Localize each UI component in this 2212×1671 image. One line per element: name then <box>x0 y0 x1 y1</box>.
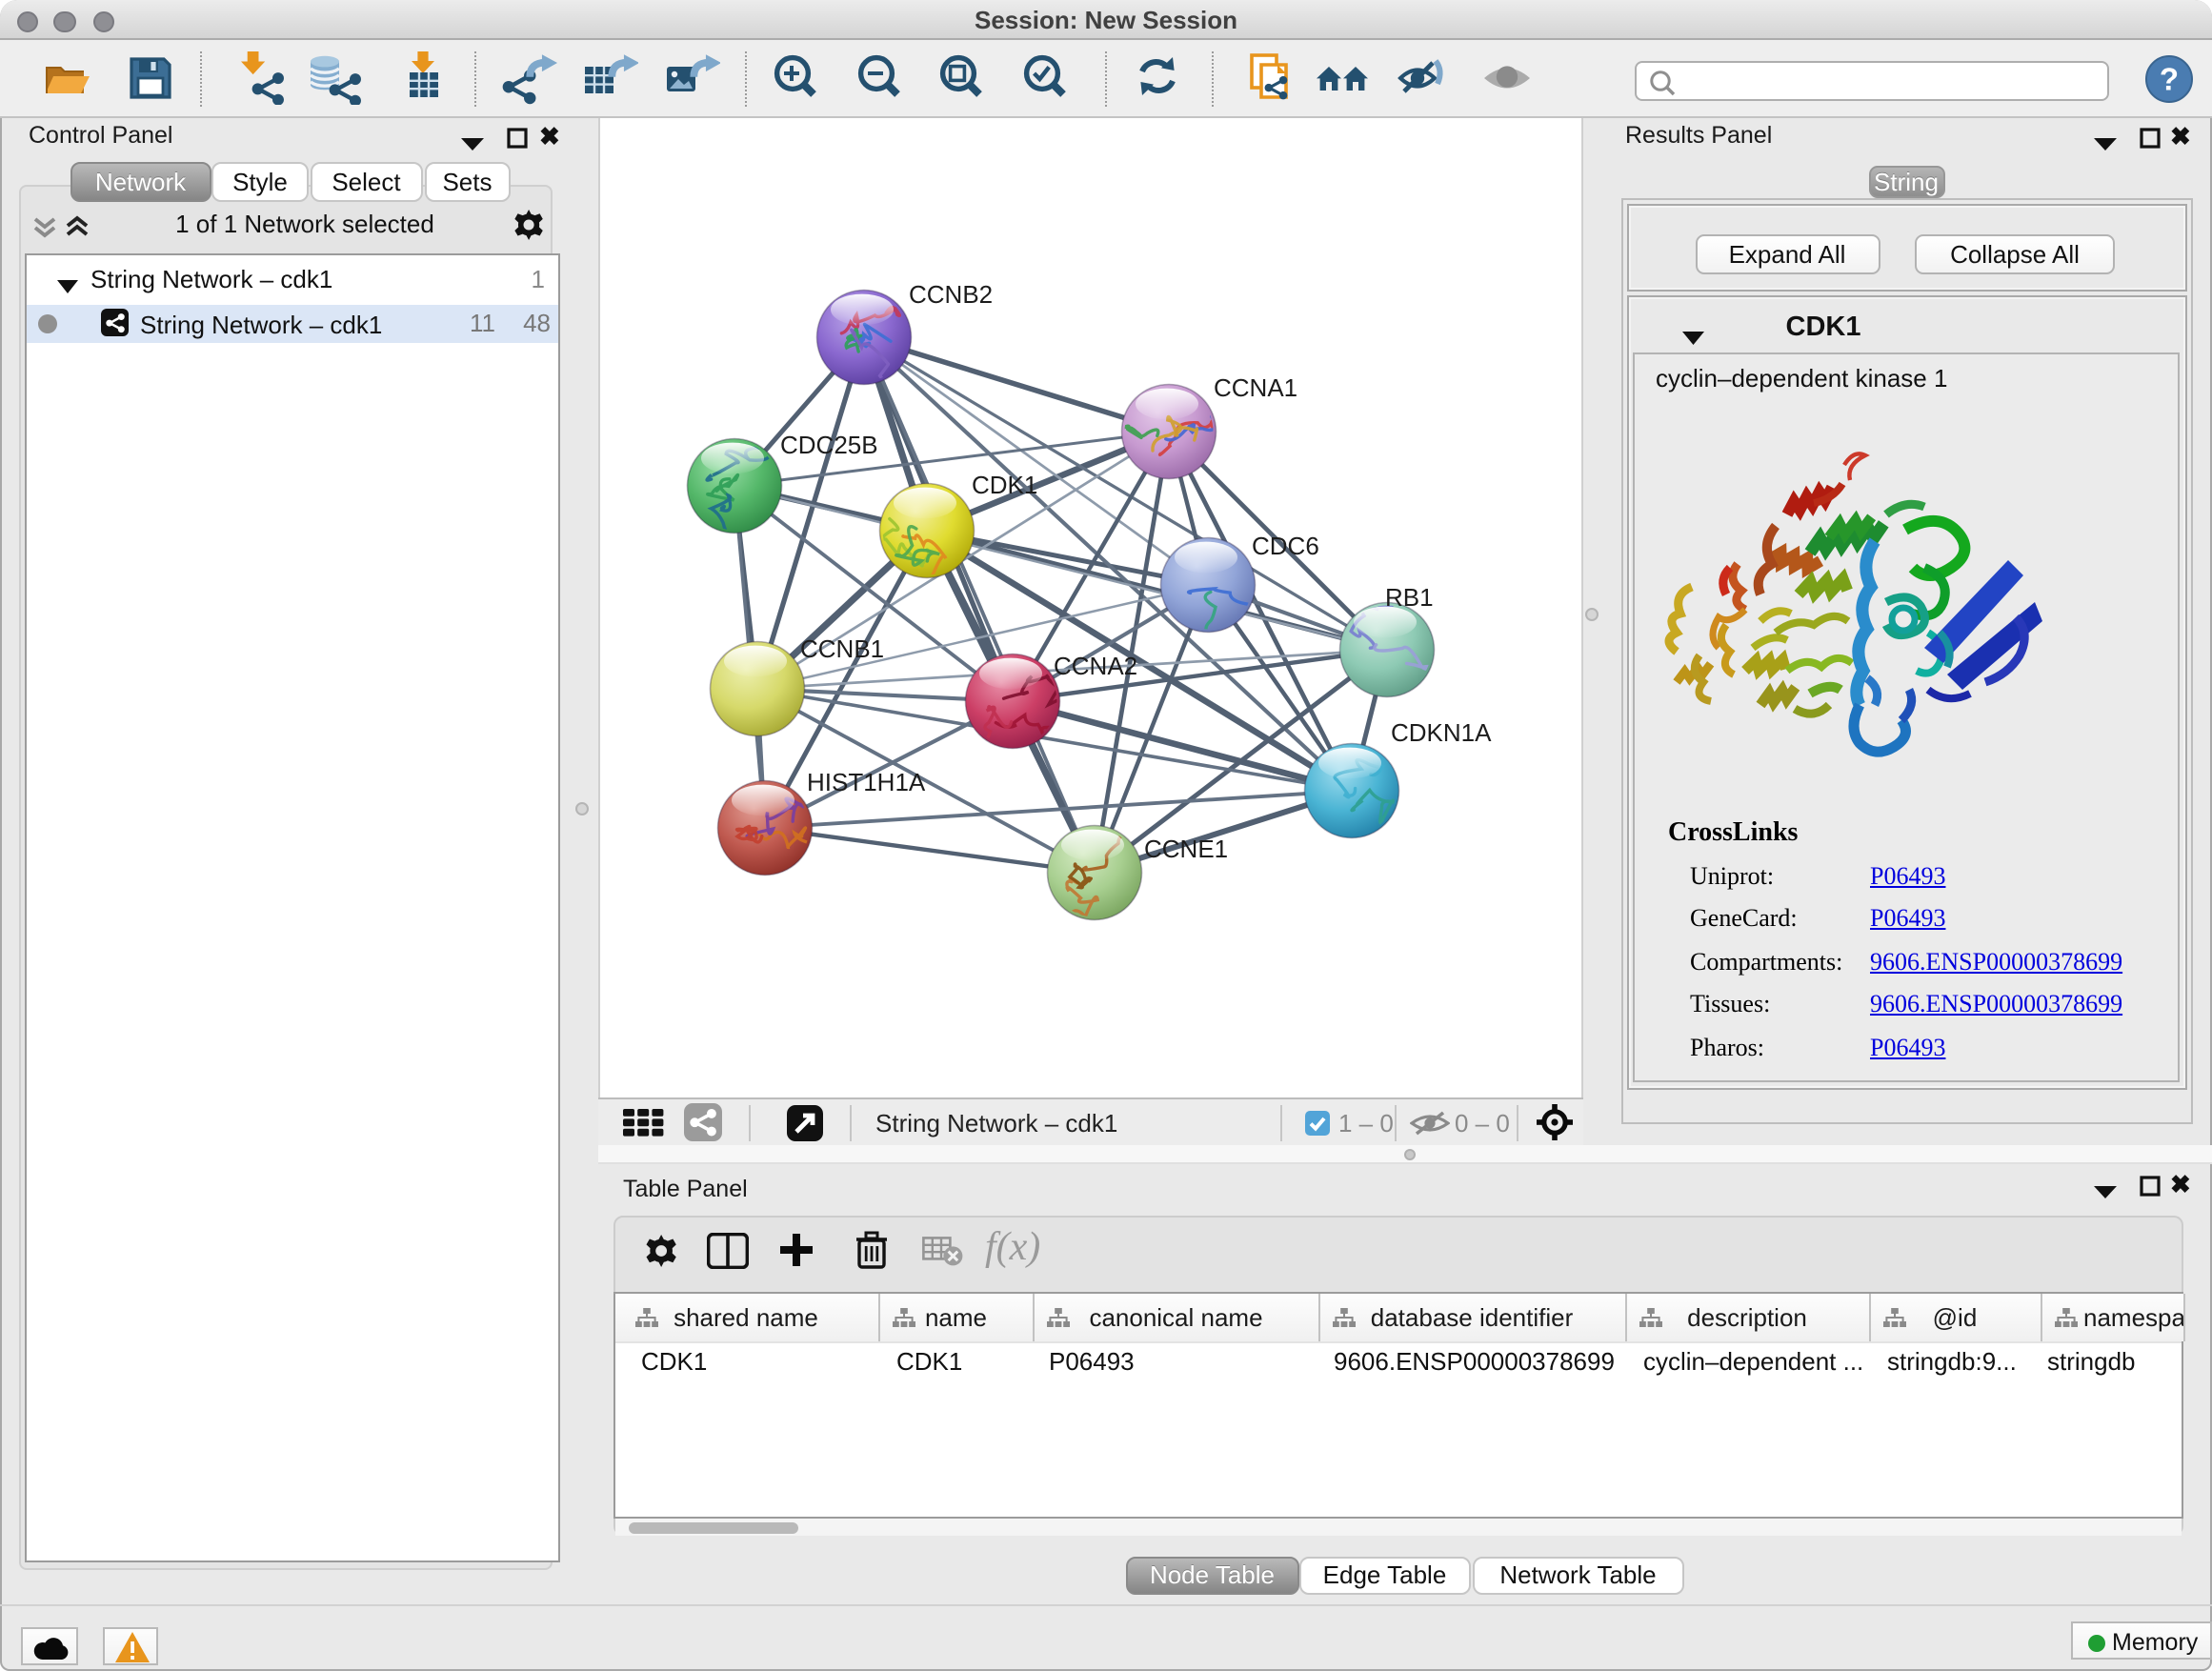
svg-text:?: ? <box>2160 61 2179 96</box>
